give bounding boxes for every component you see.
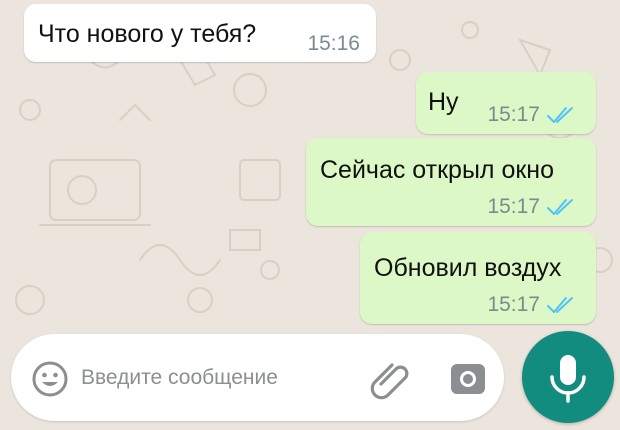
- read-ticks-icon: [547, 107, 573, 123]
- message-text: Ну: [428, 88, 459, 116]
- microphone-button[interactable]: [522, 331, 614, 423]
- message-meta: 15:17: [487, 195, 576, 219]
- microphone-icon: [550, 355, 586, 403]
- message-input-placeholder[interactable]: Введите сообщение: [81, 366, 278, 390]
- message-text: Что нового у тебя?: [38, 20, 257, 48]
- emoji-icon[interactable]: [31, 360, 69, 398]
- read-ticks-icon: [547, 297, 573, 313]
- camera-icon[interactable]: [448, 358, 488, 398]
- message-composer[interactable]: Введите сообщение: [11, 334, 504, 421]
- message-bubble-incoming[interactable]: Что нового у тебя? 15:16: [24, 4, 376, 62]
- message-meta: 15:16: [307, 32, 360, 56]
- message-bubble-outgoing[interactable]: Ну 15:17: [416, 72, 596, 134]
- message-time: 15:17: [487, 293, 540, 316]
- message-meta: 15:17: [487, 103, 576, 127]
- paperclip-icon[interactable]: [369, 356, 413, 400]
- message-text: Сейчас открыл окно: [320, 156, 554, 184]
- read-ticks-icon: [547, 199, 573, 215]
- message-bubble-outgoing[interactable]: Обновил воздух 15:17: [360, 232, 596, 324]
- message-time: 15:17: [487, 195, 540, 218]
- message-meta: 15:17: [487, 293, 576, 317]
- message-time: 15:16: [307, 32, 360, 55]
- message-time: 15:17: [487, 103, 540, 126]
- message-text: Обновил воздух: [374, 254, 562, 282]
- message-bubble-outgoing[interactable]: Сейчас открыл окно 15:17: [306, 138, 596, 226]
